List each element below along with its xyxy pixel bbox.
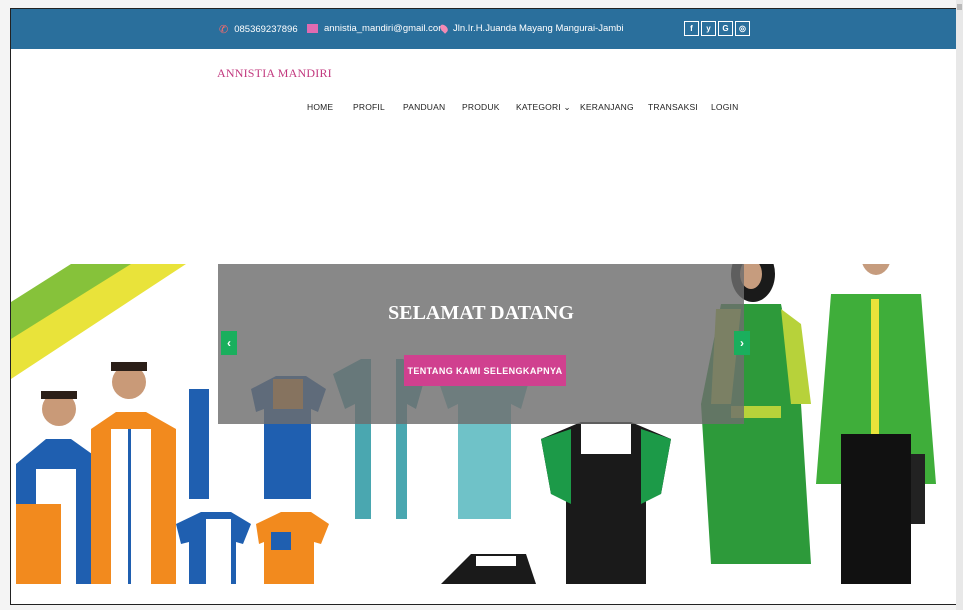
nav-home[interactable]: HOME [307,102,333,112]
top-contact-bar: ✆ 085369237896 annistia_mandiri@gmail.co… [11,9,956,49]
google-icon[interactable]: G [718,21,733,36]
slider-next-button[interactable]: › [734,331,750,355]
site-logo[interactable]: ANNISTIA MANDIRI [217,66,332,81]
slider-prev-button[interactable]: ‹ [221,331,237,355]
hero-slider: SELAMAT DATANG TENTANG KAMI SELENGKAPNYA… [11,264,956,584]
map-pin-icon [438,23,450,34]
browser-page: ✆ 085369237896 annistia_mandiri@gmail.co… [10,8,957,605]
phone-icon: ✆ [219,24,229,36]
phone-contact[interactable]: ✆ 085369237896 [219,23,298,36]
instagram-icon[interactable]: ◎ [735,21,750,36]
twitter-icon[interactable]: y [701,21,716,36]
nav-login[interactable]: LOGIN [711,102,738,112]
phone-number: 085369237896 [234,24,298,35]
nav-kategori-dropdown[interactable]: KATEGORI ⌄ [516,102,571,113]
hero-title: SELAMAT DATANG [388,302,574,324]
email-contact[interactable]: annistia_mandiri@gmail.com [307,23,446,34]
facebook-icon[interactable]: f [684,21,699,36]
chevron-left-icon: ‹ [227,336,231,350]
scrollbar-thumb[interactable] [957,4,962,10]
nav-panduan[interactable]: PANDUAN [403,102,445,112]
page-scrollbar[interactable] [956,0,963,610]
nav-produk[interactable]: PRODUK [462,102,500,112]
email-address: annistia_mandiri@gmail.com [324,23,447,34]
nav-transaksi[interactable]: TRANSAKSI [648,102,698,112]
nav-keranjang[interactable]: KERANJANG [580,102,634,112]
address-contact: Jln.Ir.H.Juanda Mayang Mangurai-Jambi [438,23,624,34]
main-navigation: HOME PROFIL PANDUAN PRODUK KATEGORI ⌄ KE… [11,102,956,116]
chevron-right-icon: › [740,336,744,350]
nav-profil[interactable]: PROFIL [353,102,385,112]
slide-caption: SELAMAT DATANG TENTANG KAMI SELENGKAPNYA [218,264,744,424]
envelope-icon [307,24,318,33]
address-text: Jln.Ir.H.Juanda Mayang Mangurai-Jambi [453,23,624,34]
about-us-button[interactable]: TENTANG KAMI SELENGKAPNYA [404,355,566,386]
social-links: f y G ◎ [684,21,750,36]
